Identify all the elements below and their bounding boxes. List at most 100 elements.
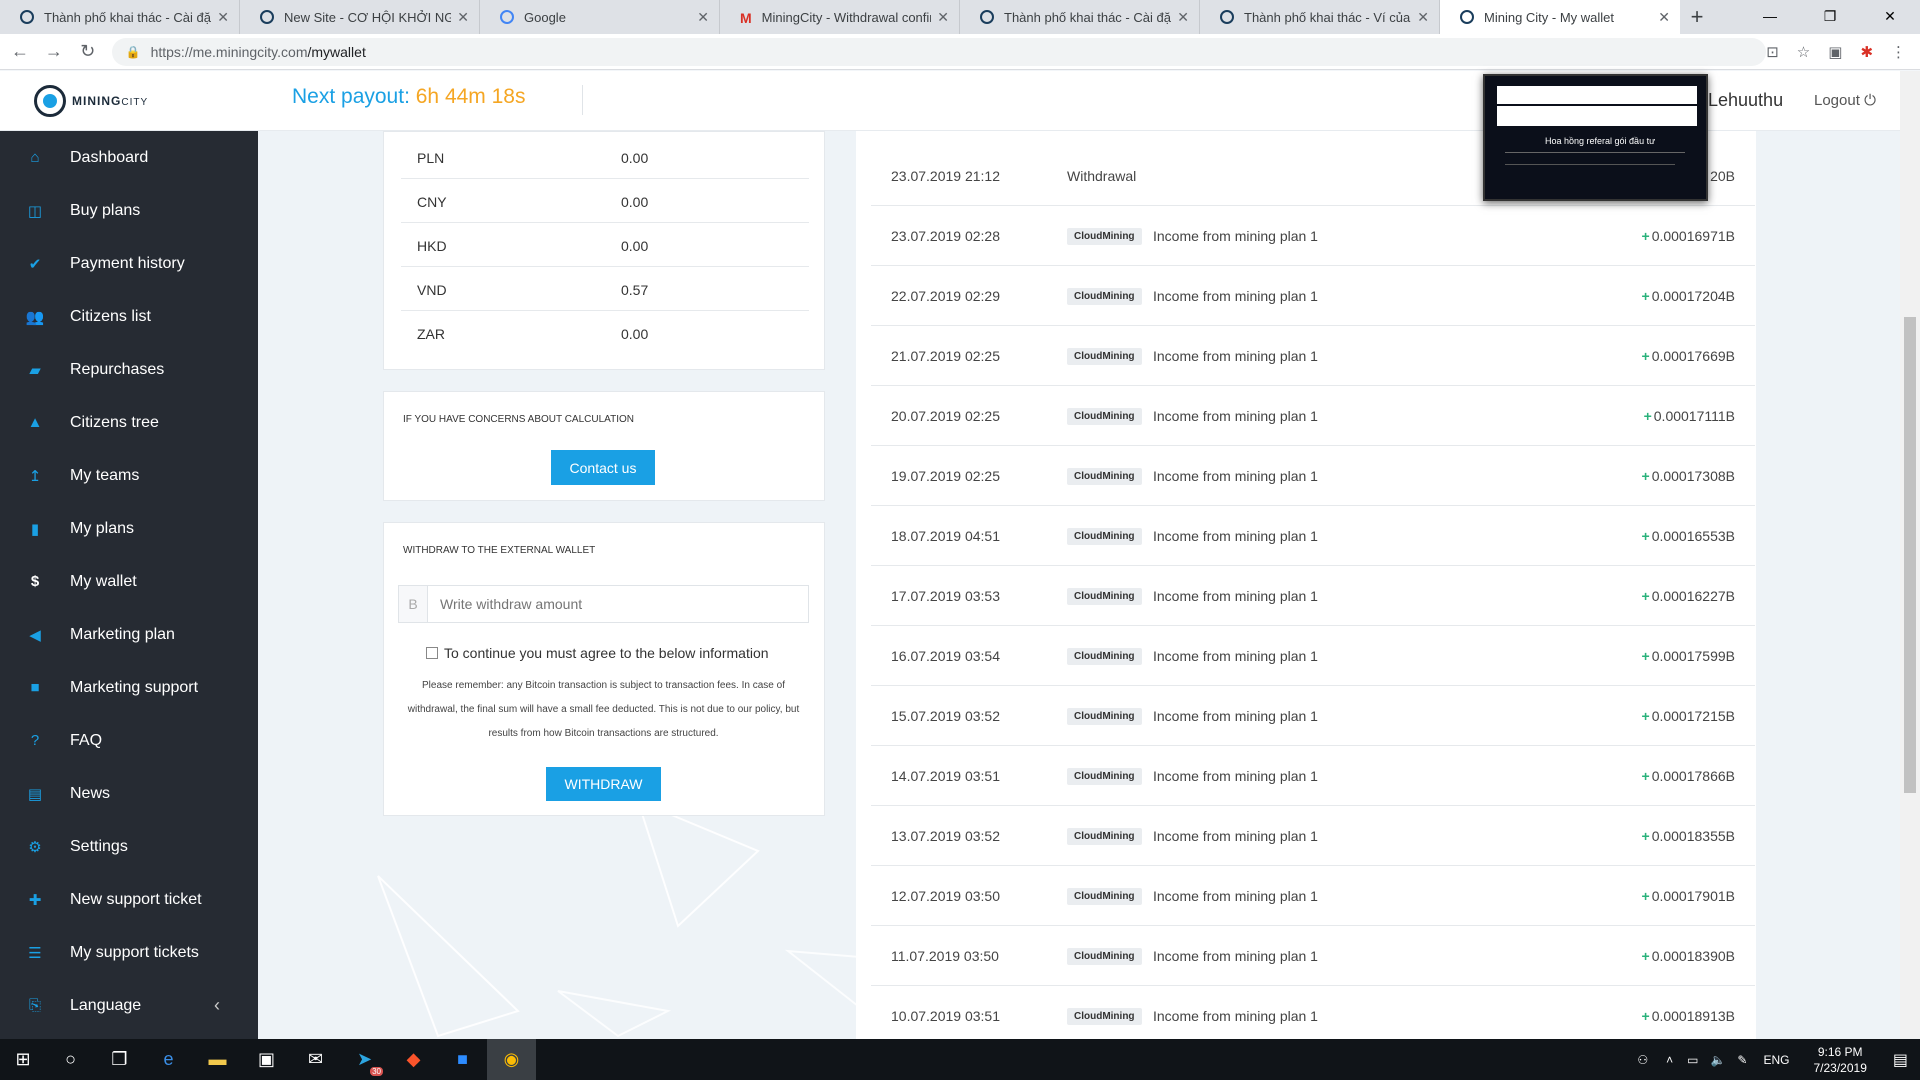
browser-tab[interactable]: New Site - CƠ HỘI KHỞI NGHIỆP ✕ <box>240 0 480 34</box>
sidebar-item-buy-plans[interactable]: ◫ Buy plans <box>0 184 258 237</box>
star-icon[interactable]: ☆ <box>1797 43 1810 61</box>
miningcity-icon <box>980 10 994 24</box>
sidebar-item-repurchases[interactable]: ▰ Repurchases <box>0 343 258 396</box>
network-icon[interactable]: ▭ <box>1687 1053 1698 1067</box>
file-explorer-icon[interactable]: ▬ <box>193 1039 242 1080</box>
new-tab-button[interactable]: + <box>1680 0 1714 34</box>
pen-icon[interactable]: ✎ <box>1737 1053 1747 1067</box>
people-icon[interactable]: ⚇ <box>1637 1053 1648 1067</box>
sidebar-item-marketing-support[interactable]: ■ Marketing support <box>0 661 258 714</box>
transaction-amount: +0.00018355B <box>1641 828 1736 844</box>
clock[interactable]: 9:16 PM 7/23/2019 <box>1813 1044 1866 1076</box>
plus-sign: + <box>1641 468 1650 484</box>
logout-button[interactable]: Logout ⏻ <box>1814 92 1876 109</box>
sidebar-item-new-support-ticket[interactable]: ✚ New support ticket <box>0 873 258 926</box>
sidebar-item-citizens-tree[interactable]: ▲ Citizens tree <box>0 396 258 449</box>
sidebar-item-payment-history[interactable]: ✔ Payment history <box>0 237 258 290</box>
menu-icon[interactable]: ⋮ <box>1891 43 1906 61</box>
windows-start-icon[interactable]: ⊞ <box>0 1039 46 1080</box>
url-path: /mywallet <box>307 43 366 60</box>
zoom-icon[interactable]: ■ <box>438 1039 487 1080</box>
maximize-icon[interactable]: ❐ <box>1800 0 1860 32</box>
close-icon[interactable]: ✕ <box>1177 9 1189 26</box>
browser-tab[interactable]: Google ✕ <box>480 0 720 34</box>
contact-us-button[interactable]: Contact us <box>551 450 655 485</box>
sidebar-item-news[interactable]: ▤ News <box>0 767 258 820</box>
close-icon[interactable]: ✕ <box>457 9 469 26</box>
store-icon[interactable]: ▣ <box>242 1039 291 1080</box>
extension-icon[interactable]: ✱ <box>1860 43 1873 61</box>
users-icon: 👥 <box>25 308 45 326</box>
sidebar-item-my-support-tickets[interactable]: ☰ My support tickets <box>0 926 258 979</box>
agree-checkbox[interactable] <box>426 647 438 659</box>
sidebar-item-language[interactable]: ⎘ Language ‹ <box>0 979 258 1032</box>
concerns-heading: IF YOU HAVE CONCERNS ABOUT CALCULATION <box>403 414 634 425</box>
transaction-description: Income from mining plan 1 <box>1153 1008 1318 1024</box>
close-icon[interactable]: ✕ <box>217 9 229 26</box>
transaction-row: 18.07.2019 04:51 CloudMining Income from m… <box>871 506 1755 566</box>
browser-tab-active[interactable]: Mining City - My wallet ✕ <box>1440 0 1680 34</box>
transaction-date: 17.07.2019 03:53 <box>891 588 1000 604</box>
browser-tab[interactable]: Thành phố khai thác - Cài đặt ✕ <box>0 0 240 34</box>
translate-icon[interactable]: ⊡ <box>1766 43 1779 61</box>
browser-tab[interactable]: Thành phố khai thác - Ví của tôi ✕ <box>1200 0 1440 34</box>
logo[interactable]: MININGCITY <box>34 85 148 117</box>
close-window-icon[interactable]: ✕ <box>1860 0 1920 32</box>
reload-icon[interactable]: ↻ <box>74 41 102 62</box>
miningcity-icon <box>1220 10 1234 24</box>
plus-sign: + <box>1641 888 1650 904</box>
sidebar-item-my-wallet[interactable]: $ My wallet <box>0 555 258 608</box>
search-icon[interactable]: ○ <box>46 1039 95 1080</box>
username[interactable]: Lehuuthu <box>1708 90 1783 111</box>
withdraw-amount-input[interactable] <box>428 586 808 622</box>
extension-icon[interactable]: ▣ <box>1828 43 1842 61</box>
transaction-date: 23.07.2019 02:28 <box>891 228 1000 244</box>
task-view-icon[interactable]: ❐ <box>95 1039 144 1080</box>
volume-icon[interactable]: 🔈 <box>1710 1053 1725 1067</box>
transaction-row: 22.07.2019 02:29 CloudMining Income from m… <box>871 266 1755 326</box>
scrollbar-thumb[interactable] <box>1904 317 1916 793</box>
minimize-icon[interactable]: — <box>1740 0 1800 32</box>
sidebar-item-my-plans[interactable]: ▮ My plans <box>0 502 258 555</box>
preview-line <box>1505 164 1675 165</box>
close-icon[interactable]: ✕ <box>697 9 709 26</box>
tab-title: Thành phố khai thác - Cài đặt <box>44 9 212 25</box>
brave-icon[interactable]: ◆ <box>389 1039 438 1080</box>
plus-sign: + <box>1643 408 1652 424</box>
close-icon[interactable]: ✕ <box>1417 9 1429 26</box>
sidebar: ⌂ Dashboard ◫ Buy plans ✔ Payment history 👥… <box>0 131 258 1039</box>
notification-icon[interactable]: ▤ <box>1893 1050 1908 1070</box>
page-scrollbar[interactable] <box>1900 71 1920 1039</box>
sidebar-item-dashboard[interactable]: ⌂ Dashboard <box>0 131 258 184</box>
transaction-badge: CloudMining <box>1067 588 1142 605</box>
mail-icon[interactable]: ✉ <box>291 1039 340 1080</box>
browser-tab[interactable]: Thành phố khai thác - Cài đặt ✕ <box>960 0 1200 34</box>
language-indicator[interactable]: ENG <box>1763 1053 1789 1067</box>
transaction-badge: CloudMining <box>1067 708 1142 725</box>
back-icon[interactable]: ← <box>6 41 34 62</box>
browser-tab[interactable]: M MiningCity - Withdrawal confirm ✕ <box>720 0 960 34</box>
floating-preview[interactable]: Hoa hồng referal gói đầu tư <box>1483 74 1708 201</box>
tab-title: MiningCity - Withdrawal confirm <box>761 9 932 25</box>
sidebar-item-citizens-list[interactable]: 👥 Citizens list <box>0 290 258 343</box>
chevron-up-icon[interactable]: ˄ <box>1666 1053 1673 1067</box>
chrome-icon[interactable]: ◉ <box>487 1039 536 1080</box>
window-controls: — ❐ ✕ <box>1740 0 1920 32</box>
transaction-row: 20.07.2019 02:25 CloudMining Income from m… <box>871 386 1755 446</box>
sidebar-item-faq[interactable]: ? FAQ <box>0 714 258 767</box>
transaction-badge: CloudMining <box>1067 528 1142 545</box>
withdraw-button[interactable]: WITHDRAW <box>546 767 661 801</box>
home-icon: ⌂ <box>30 149 40 166</box>
close-icon[interactable]: ✕ <box>1658 9 1670 26</box>
google-icon <box>500 10 514 24</box>
sidebar-item-marketing-plan[interactable]: ◀ Marketing plan <box>0 608 258 661</box>
sidebar-item-settings[interactable]: ⚙ Settings <box>0 820 258 873</box>
transaction-amount: +0.00017599B <box>1641 648 1736 664</box>
forward-icon[interactable]: → <box>40 41 68 62</box>
sidebar-item-my-teams[interactable]: ↥ My teams <box>0 449 258 502</box>
edge-icon[interactable]: e <box>144 1039 193 1080</box>
tree-icon: ▲ <box>27 414 43 431</box>
url-field[interactable]: 🔒 https://me.miningcity.com/mywallet <box>111 37 1767 66</box>
close-icon[interactable]: ✕ <box>937 9 949 26</box>
telegram-icon[interactable]: ➤ 30 <box>340 1039 389 1080</box>
